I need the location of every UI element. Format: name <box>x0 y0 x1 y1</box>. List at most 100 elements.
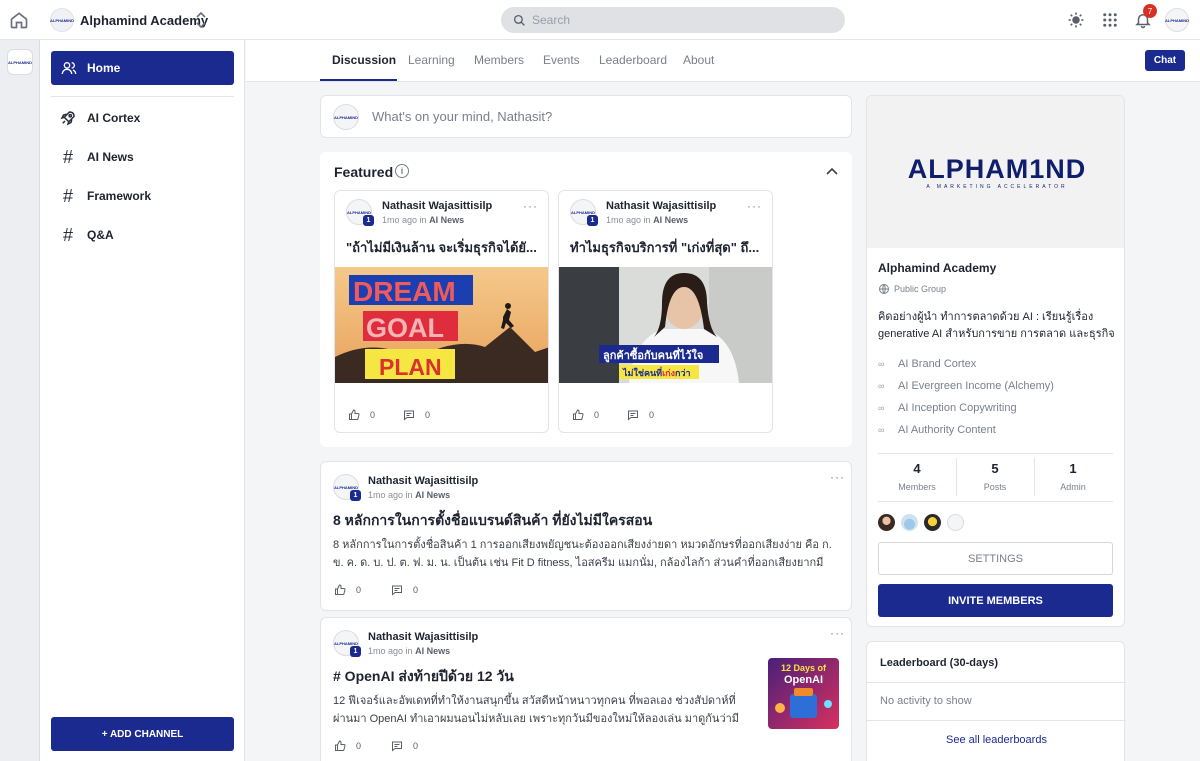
tab-about[interactable]: About <box>683 53 714 67</box>
comment-button[interactable]: 0 <box>403 409 430 421</box>
sidebar-item-qa[interactable]: # Q&A <box>51 220 234 250</box>
group-link[interactable]: ∞ AI Brand Cortex <box>878 358 976 370</box>
member-avatar[interactable] <box>924 514 941 531</box>
post-title[interactable]: "ถ้าไม่มีเงินล้าน จะเริ่มธุรกิจได้ยั... <box>346 237 541 258</box>
group-name: Alphamind Academy <box>878 261 997 275</box>
post-channel[interactable]: AI News <box>415 490 450 500</box>
member-avatar[interactable] <box>901 514 918 531</box>
space-switcher-logo[interactable]: ALPHAMIND <box>7 49 33 75</box>
featured-post-card[interactable]: ALPHAMIND 1 Nathasit Wajasittisilp 1mo ag… <box>558 190 773 433</box>
post-image-dream-goal-plan[interactable]: DREAM GOAL PLAN <box>335 267 548 383</box>
tab-leaderboard[interactable]: Leaderboard <box>599 53 667 67</box>
member-avatar[interactable] <box>947 514 964 531</box>
post-body[interactable]: 12 ฟีเจอร์และอัพเดทที่ทำให้งานสนุกขึ้น ส… <box>333 692 753 728</box>
like-button[interactable]: 0 <box>334 584 361 596</box>
more-options-icon[interactable]: ··· <box>523 199 538 213</box>
home-icon[interactable] <box>9 10 29 30</box>
post-channel[interactable]: AI News <box>429 215 464 225</box>
notification-badge: 7 <box>1143 4 1157 18</box>
settings-button[interactable]: SETTINGS <box>878 542 1113 575</box>
link-icon: ∞ <box>878 403 885 413</box>
leaderboard-card: Leaderboard (30-days) No activity to sho… <box>866 641 1126 761</box>
post-title[interactable]: # OpenAI ส่งท้ายปีด้วย 12 วัน <box>333 666 514 688</box>
image-word-goal: GOAL <box>366 313 444 343</box>
like-button[interactable]: 0 <box>348 409 375 421</box>
group-link[interactable]: ∞ AI Authority Content <box>878 424 996 436</box>
sidebar-item-home[interactable]: Home <box>51 51 234 85</box>
user-avatar[interactable]: ALPHAMIND <box>1165 8 1189 32</box>
more-options-icon[interactable]: ··· <box>830 626 845 640</box>
image-word-plan: PLAN <box>379 354 442 380</box>
post-body[interactable]: 8 หลักการในการตั้งชื่อสินค้า 1 การออกเสี… <box>333 536 833 572</box>
group-description: คิดอย่างผู้นำ ทำการตลาดด้วย AI : เรียนรู… <box>878 311 1115 340</box>
hash-icon: # <box>62 147 73 167</box>
info-icon[interactable]: i <box>395 164 409 178</box>
tab-learning[interactable]: Learning <box>408 53 455 67</box>
search-input[interactable] <box>532 13 812 27</box>
link-icon: ∞ <box>878 359 885 369</box>
post-channel[interactable]: AI News <box>415 646 450 656</box>
comment-button[interactable]: 0 <box>391 740 418 752</box>
chevron-up-down-icon[interactable] <box>194 11 208 29</box>
post-title[interactable]: ทำไมธุรกิจบริการที่ "เก่งที่สุด" ถึ... <box>570 237 765 258</box>
like-button[interactable]: 0 <box>334 740 361 752</box>
space-name[interactable]: Alphamind Academy <box>80 13 208 28</box>
comment-icon <box>392 585 402 596</box>
sidebar-item-framework[interactable]: # Framework <box>51 181 234 211</box>
invite-members-button[interactable]: INVITE MEMBERS <box>878 584 1113 617</box>
see-all-leaderboards-link[interactable]: See all leaderboards <box>867 734 1126 746</box>
post-image-service-woman[interactable]: ลูกค้าซื้อกับคนที่ไว้ใจ ไม่ใช่คนที่เก่งก… <box>559 267 772 383</box>
featured-post-card[interactable]: ALPHAMIND 1 Nathasit Wajasittisilp 1mo ag… <box>334 190 549 433</box>
add-channel-button[interactable]: + ADD CHANNEL <box>51 717 234 751</box>
divider <box>867 720 1126 721</box>
sidebar-item-label: Q&A <box>87 228 114 242</box>
stat-posts[interactable]: 5 Posts <box>956 461 1034 492</box>
post-card[interactable]: ALPHAMIND 1 Nathasit Wajasittisilp 1mo ag… <box>320 461 852 611</box>
avatar: ALPHAMIND <box>333 104 359 130</box>
chevron-up-icon[interactable] <box>825 165 839 179</box>
composer-placeholder[interactable]: What's on your mind, Nathasit? <box>372 109 552 124</box>
avatar: ALPHAMIND 1 <box>333 474 361 501</box>
tab-events[interactable]: Events <box>543 53 580 67</box>
stat-members[interactable]: 4 Members <box>878 461 956 492</box>
search-bar[interactable] <box>501 7 845 33</box>
post-title[interactable]: 8 หลักการในการตั้งชื่อแบรนด์สินค้า ที่ยั… <box>333 510 652 532</box>
group-link[interactable]: ∞ AI Evergreen Income (Alchemy) <box>878 380 1054 392</box>
search-icon <box>513 14 525 26</box>
post-composer[interactable]: ALPHAMIND What's on your mind, Nathasit? <box>320 95 852 138</box>
rocket-icon <box>60 111 75 126</box>
chat-button[interactable]: Chat <box>1145 50 1185 71</box>
tab-discussion[interactable]: Discussion <box>332 53 396 67</box>
sidebar-item-ai-news[interactable]: # AI News <box>51 142 234 172</box>
group-link[interactable]: ∞ AI Inception Copywriting <box>878 402 1017 414</box>
like-count: 0 <box>594 410 600 420</box>
comment-button[interactable]: 0 <box>627 409 654 421</box>
comment-button[interactable]: 0 <box>391 584 418 596</box>
sun-icon[interactable] <box>1067 11 1085 29</box>
more-options-icon[interactable]: ··· <box>747 199 762 213</box>
group-cover-logo: ALPHAM1ND A MARKETING ACCELERATOR <box>867 96 1124 248</box>
thumbs-up-icon <box>349 409 360 420</box>
stat-admin[interactable]: 1 Admin <box>1034 461 1112 492</box>
apps-grid-icon[interactable] <box>1101 11 1119 29</box>
post-author[interactable]: Nathasit Wajasittisilp <box>368 475 478 487</box>
sidebar: Home AI Cortex # AI News # Framework # Q… <box>40 40 245 761</box>
post-thumbnail[interactable]: 12 Days of OpenAI <box>768 658 839 729</box>
tab-members[interactable]: Members <box>474 53 524 67</box>
post-author[interactable]: Nathasit Wajasittisilp <box>368 631 478 643</box>
post-channel[interactable]: AI News <box>653 215 688 225</box>
tab-bar: Discussion Learning Members Events Leade… <box>246 40 1200 82</box>
sidebar-item-ai-cortex[interactable]: AI Cortex <box>51 103 234 133</box>
space-logo[interactable]: ALPHAMIND <box>50 8 74 32</box>
link-icon: ∞ <box>878 381 885 391</box>
post-author[interactable]: Nathasit Wajasittisilp <box>606 200 716 212</box>
like-button[interactable]: 0 <box>572 409 599 421</box>
level-badge: 1 <box>350 646 361 657</box>
sidebar-item-label: AI News <box>87 150 134 164</box>
post-author[interactable]: Nathasit Wajasittisilp <box>382 200 492 212</box>
thumbs-up-icon <box>335 584 346 595</box>
group-type: Public Group <box>878 283 946 295</box>
member-avatar[interactable] <box>878 514 895 531</box>
post-card[interactable]: ALPHAMIND 1 Nathasit Wajasittisilp 1mo ag… <box>320 617 852 761</box>
more-options-icon[interactable]: ··· <box>830 470 845 484</box>
